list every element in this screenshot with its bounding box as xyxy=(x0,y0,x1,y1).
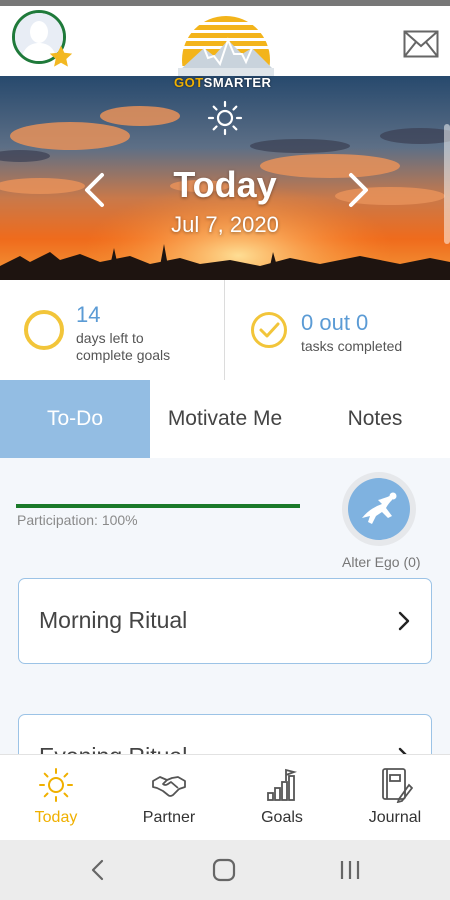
tab-to-do[interactable]: To-Do xyxy=(0,380,150,458)
participation-label: Participation: 100% xyxy=(17,512,138,528)
recent-apps-icon[interactable] xyxy=(338,858,362,882)
page-title: Today xyxy=(173,164,277,205)
participation-progress-bar xyxy=(16,504,300,508)
goals-bar-chart-icon xyxy=(267,768,298,801)
days-left-label-2: complete goals xyxy=(76,347,171,363)
morning-ritual-card[interactable]: Morning Ritual xyxy=(18,578,432,664)
card-title: Morning Ritual xyxy=(39,607,188,633)
current-date: Jul 7, 2020 xyxy=(171,212,279,237)
tab-bar: To-Do Motivate Me Notes xyxy=(0,380,450,458)
system-navigation-bar xyxy=(0,840,450,900)
handshake-icon xyxy=(152,776,186,797)
tasks-completed-label: tasks completed xyxy=(301,338,403,354)
nav-label: Today xyxy=(34,809,78,826)
superhero-icon xyxy=(362,492,397,524)
tasks-completed-value: 0 out 0 xyxy=(301,310,369,335)
nav-label: Goals xyxy=(261,809,303,826)
alter-ego-button[interactable] xyxy=(342,472,416,546)
check-circle-icon xyxy=(251,312,287,348)
sun-icon xyxy=(39,768,73,802)
todo-content: Participation: 100% Alter Ego (0) Mornin… xyxy=(0,458,450,754)
tab-motivate-me[interactable]: Motivate Me xyxy=(150,380,300,458)
nav-goals[interactable]: Goals xyxy=(226,755,338,841)
nav-today[interactable]: Today xyxy=(0,755,112,841)
days-left-label-1: days left to xyxy=(76,330,144,346)
logo-text: GOTSMARTER xyxy=(174,75,271,90)
nav-partner[interactable]: Partner xyxy=(113,755,225,841)
journal-icon xyxy=(382,768,413,803)
sun-icon xyxy=(207,100,243,136)
alter-ego-label: Alter Ego (0) xyxy=(342,554,421,570)
stats-panel: 14 days left to complete goals 0 out 0 t… xyxy=(0,280,450,381)
alter-ego-circle xyxy=(348,478,410,540)
hero-banner: Today Jul 7, 2020 xyxy=(0,76,450,280)
mail-icon[interactable] xyxy=(403,30,439,58)
nav-label: Journal xyxy=(368,809,422,826)
star-badge-icon xyxy=(49,45,73,67)
bottom-navigation: Today Partner Goals Journal xyxy=(0,754,450,841)
home-icon[interactable] xyxy=(212,858,236,882)
evening-ritual-card[interactable]: Evening Ritual xyxy=(18,714,432,754)
back-icon[interactable] xyxy=(88,858,108,882)
chevron-right-icon xyxy=(398,611,410,631)
card-title: Evening Ritual xyxy=(39,743,187,754)
app-header: GOTSMARTER xyxy=(0,6,450,90)
nav-label: Partner xyxy=(142,809,196,826)
days-left-value: 14 xyxy=(76,302,101,327)
logo-suffix: SMARTER xyxy=(203,75,272,90)
chevron-right-icon xyxy=(398,747,407,754)
days-left-ring-icon xyxy=(24,310,64,350)
tab-notes[interactable]: Notes xyxy=(300,380,450,458)
nav-journal[interactable]: Journal xyxy=(339,755,450,841)
logo-prefix: GOT xyxy=(174,75,204,90)
stats-divider xyxy=(224,280,225,380)
